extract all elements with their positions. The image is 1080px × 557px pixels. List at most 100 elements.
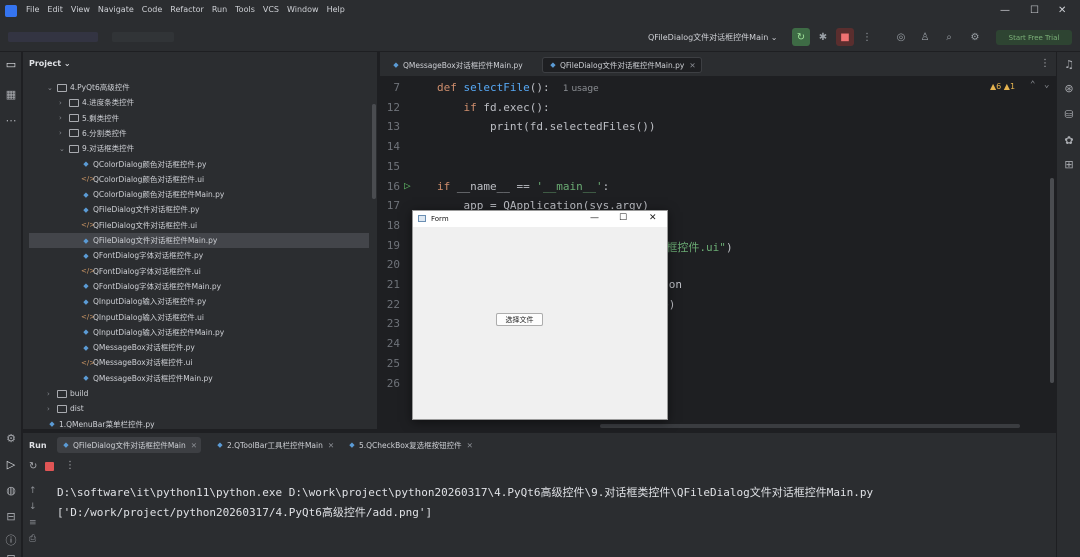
code-with-me-icon[interactable]: ◎: [892, 28, 910, 46]
menu-item-refactor[interactable]: Refactor: [166, 5, 208, 14]
console-output[interactable]: D:\software\it\python11\python.exe D:\wo…: [45, 478, 1056, 557]
tab-qmessagebox-main[interactable]: ◆ QMessageBox对话框控件Main.py: [386, 57, 528, 73]
tree-folder[interactable]: › build: [29, 386, 369, 401]
menu-item-help[interactable]: Help: [323, 5, 349, 14]
menu-item-code[interactable]: Code: [138, 5, 166, 14]
menu-item-vcs[interactable]: VCS: [259, 5, 283, 14]
close-icon[interactable]: ✕: [1058, 5, 1066, 16]
tree-folder[interactable]: › 6.分割类控件: [29, 126, 369, 141]
run-config-selector[interactable]: QFileDialog文件对话框控件Main ⌄: [648, 32, 778, 43]
print-icon[interactable]: ⎙: [29, 534, 36, 544]
tree-file[interactable]: </> QInputDialog输入对话框控件.ui: [29, 310, 369, 325]
problems-icon[interactable]: ⓘ: [4, 534, 18, 548]
close-tab-icon[interactable]: ✕: [328, 441, 334, 450]
debug-icon[interactable]: ✱: [814, 28, 832, 46]
menu-item-tools[interactable]: Tools: [231, 5, 259, 14]
python-packages-icon[interactable]: ◍: [4, 484, 18, 498]
run-tab-qtoolbar[interactable]: ◆ 2.QToolBar工具栏控件Main ✕: [211, 437, 338, 453]
soft-wrap-icon[interactable]: ≡: [29, 518, 37, 528]
inspection-warnings[interactable]: ▲6 ▲1: [990, 82, 1015, 91]
project-widget[interactable]: [8, 32, 98, 42]
services-icon[interactable]: ⚙: [4, 432, 18, 446]
form-titlebar[interactable]: Form — ☐ ✕: [413, 211, 667, 227]
menu-item-view[interactable]: View: [67, 5, 94, 14]
tree-file[interactable]: ◆ QMessageBox对话框控件.py: [29, 340, 369, 355]
tree-file[interactable]: ◆ QMessageBox对话框控件Main.py: [29, 371, 369, 386]
tree-file[interactable]: ◆ QFontDialog字体对话框控件Main.py: [29, 279, 369, 294]
close-tab-icon[interactable]: ✕: [467, 441, 473, 450]
structure-icon[interactable]: ⊞: [1062, 158, 1076, 172]
sciview-icon[interactable]: ✿: [1062, 134, 1076, 148]
arrow-up-icon[interactable]: ↑: [29, 486, 37, 496]
rerun-button[interactable]: ↻: [792, 28, 810, 46]
more-icon[interactable]: ⋮: [1040, 58, 1050, 69]
menu-item-edit[interactable]: Edit: [43, 5, 67, 14]
notifications-icon[interactable]: ♫: [1062, 58, 1076, 72]
chevron-right-icon[interactable]: ›: [47, 390, 57, 398]
tree-file[interactable]: ◆ QColorDialog颜色对话框控件Main.py: [29, 187, 369, 202]
run-icon[interactable]: ▷: [4, 458, 18, 472]
tree-file[interactable]: ◆ QFileDialog文件对话框控件Main.py: [29, 233, 369, 248]
editor-scrollbar[interactable]: [1050, 178, 1054, 383]
chevron-right-icon[interactable]: ›: [47, 405, 57, 413]
more-icon[interactable]: ⋮: [65, 460, 75, 471]
ai-assistant-icon[interactable]: ⊛: [1062, 82, 1076, 96]
stop-button[interactable]: ■: [836, 28, 854, 46]
maximize-icon[interactable]: ☐: [619, 213, 627, 223]
tree-file[interactable]: </> QFontDialog字体对话框控件.ui: [29, 264, 369, 279]
account-icon[interactable]: ♙: [916, 28, 934, 46]
tab-qfiledialog-main[interactable]: ◆ QFileDialog文件对话框控件Main.py ✕: [542, 57, 702, 73]
tree-file[interactable]: ◆ 1.QMenuBar菜单栏控件.py: [29, 417, 369, 432]
folder-icon[interactable]: ▭: [4, 58, 18, 72]
minimize-icon[interactable]: —: [1000, 5, 1010, 16]
rerun-icon[interactable]: ↻: [29, 461, 37, 472]
terminal-icon[interactable]: ⊡: [4, 552, 18, 557]
menu-item-window[interactable]: Window: [283, 5, 323, 14]
arrow-down-icon[interactable]: ↓: [29, 502, 37, 512]
tree-folder[interactable]: › 4.进度条类控件: [29, 95, 369, 110]
menu-item-run[interactable]: Run: [208, 5, 231, 14]
chevron-right-icon[interactable]: ›: [59, 99, 69, 107]
editor-hscrollbar[interactable]: [600, 424, 1020, 428]
tree-file[interactable]: ◆ QInputDialog输入对话框控件.py: [29, 294, 369, 309]
select-file-button[interactable]: 选择文件: [496, 313, 543, 326]
search-icon[interactable]: ⌕: [940, 28, 958, 46]
menu-item-file[interactable]: File: [22, 5, 43, 14]
tree-folder[interactable]: › dist: [29, 401, 369, 416]
tree-file[interactable]: ◆ QColorDialog颜色对话框控件.py: [29, 157, 369, 172]
tree-file[interactable]: </> QFileDialog文件对话框控件.ui: [29, 218, 369, 233]
menu-item-navigate[interactable]: Navigate: [94, 5, 138, 14]
database-icon[interactable]: ⛁: [1062, 108, 1076, 122]
tree-file[interactable]: ◆ QFontDialog字体对话框控件.py: [29, 248, 369, 263]
structure-icon[interactable]: ▦: [4, 88, 18, 102]
maximize-icon[interactable]: ☐: [1030, 5, 1039, 16]
chevron-up-icon[interactable]: ⌃: [1030, 80, 1035, 90]
close-tab-icon[interactable]: ✕: [191, 441, 197, 450]
run-tab-qcheckbox[interactable]: ◆ 5.QCheckBox复选框按钮控件 ✕: [343, 437, 477, 453]
more-icon[interactable]: ⋯: [4, 114, 18, 128]
tree-folder[interactable]: › 5.剩类控件: [29, 111, 369, 126]
tree-file[interactable]: </> QColorDialog颜色对话框控件.ui: [29, 172, 369, 187]
run-gutter-icon[interactable]: ▷: [404, 179, 411, 192]
start-trial-button[interactable]: Start Free Trial: [996, 30, 1072, 45]
tree-folder[interactable]: ⌄ 4.PyQt6高级控件: [29, 80, 369, 95]
more-icon[interactable]: ⋮: [858, 28, 876, 46]
minimize-icon[interactable]: —: [590, 213, 599, 223]
tree-folder[interactable]: ⌄ 9.对话框类控件: [29, 141, 369, 156]
project-header[interactable]: Project ⌄: [29, 59, 71, 68]
stop-icon[interactable]: [45, 462, 54, 471]
tree-file[interactable]: ◆ QInputDialog输入对话框控件Main.py: [29, 325, 369, 340]
close-icon[interactable]: ✕: [649, 213, 657, 223]
tree-file[interactable]: </> QMessageBox对话框控件.ui: [29, 355, 369, 370]
run-tab-qfiledialog[interactable]: ◆ QFileDialog文件对话框控件Main ✕: [57, 437, 202, 453]
chevron-down-icon[interactable]: ⌄: [1044, 80, 1049, 90]
chevron-down-icon[interactable]: ⌄: [47, 84, 57, 92]
tree-file[interactable]: ◆ QFileDialog文件对话框控件.py: [29, 202, 369, 217]
python-console-icon[interactable]: ⊟: [4, 510, 18, 524]
chevron-right-icon[interactable]: ›: [59, 114, 69, 122]
project-scrollbar[interactable]: [372, 104, 376, 199]
close-tab-icon[interactable]: ✕: [689, 61, 695, 70]
gear-icon[interactable]: ⚙: [966, 28, 984, 46]
vcs-branch-widget[interactable]: [112, 32, 174, 42]
chevron-down-icon[interactable]: ⌄: [59, 145, 69, 153]
